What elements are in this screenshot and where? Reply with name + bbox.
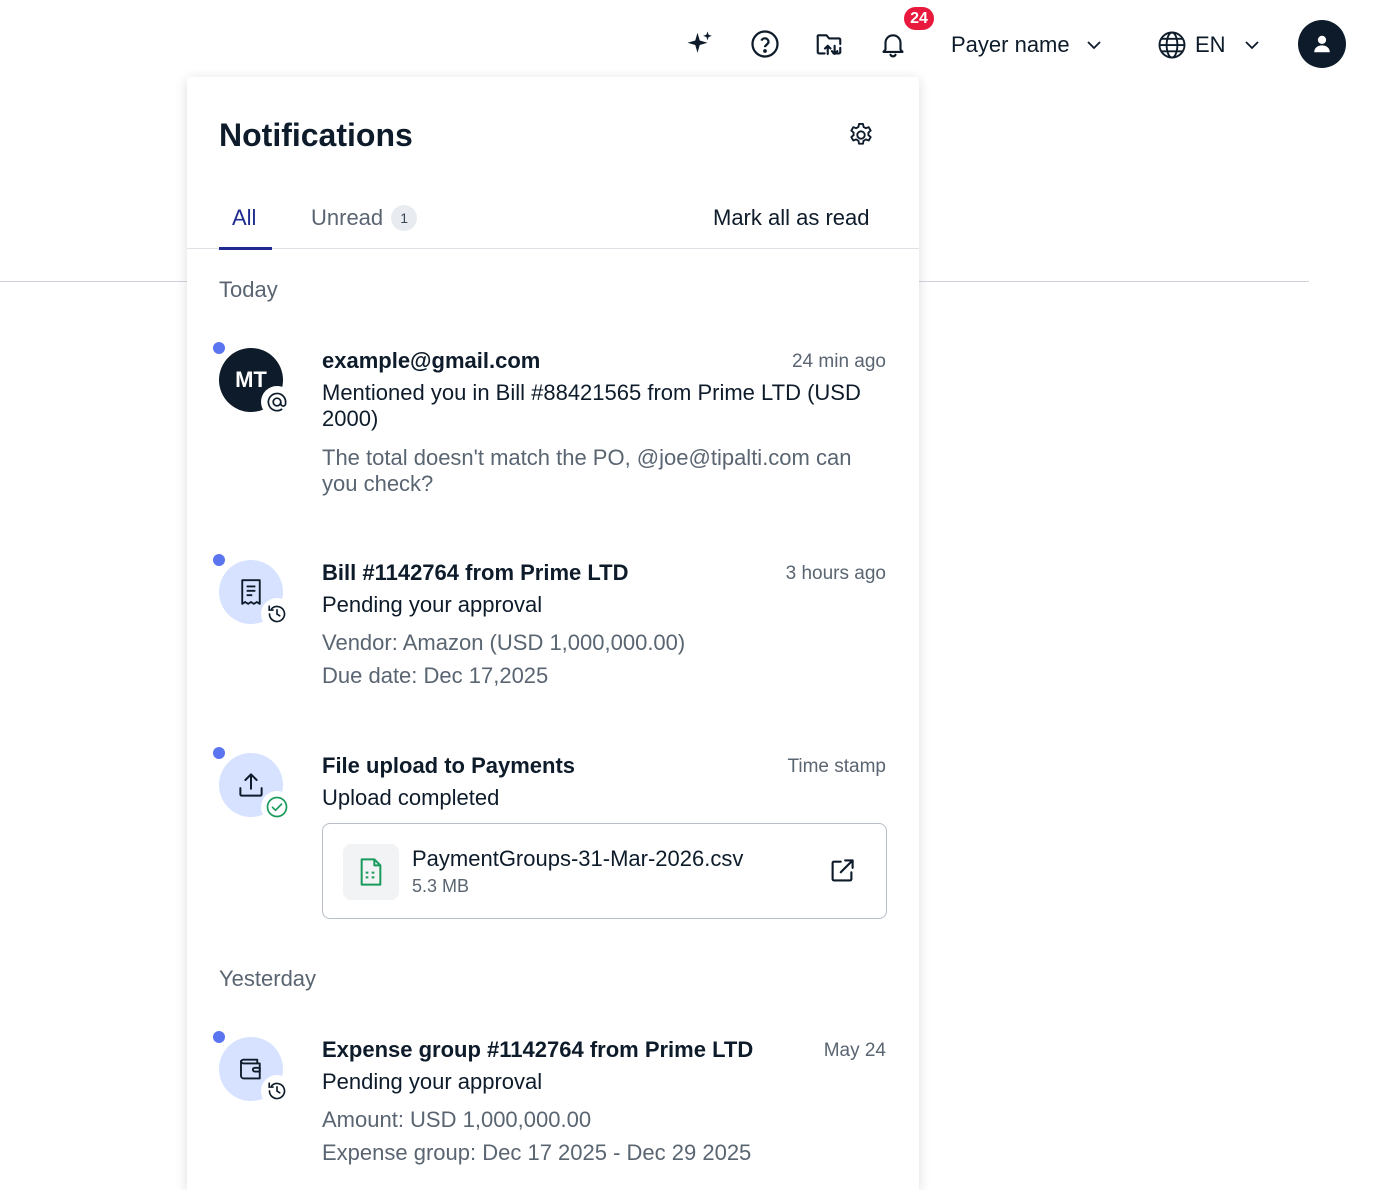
notification-item[interactable]: MT example@gmail.com 24 min ago Mentione… [187, 337, 919, 507]
bell-icon[interactable] [873, 24, 913, 64]
mention-icon [261, 386, 293, 418]
user-avatar-button[interactable] [1298, 20, 1346, 68]
notification-count-badge: 24 [902, 5, 936, 32]
notification-tabs: All Unread 1 Mark all as read [187, 193, 919, 250]
chevron-down-icon [1086, 41, 1101, 50]
notification-message: Mentioned you in Bill #88421565 from Pri… [322, 380, 861, 431]
chevron-down-icon [1244, 41, 1259, 50]
tab-all[interactable]: All [232, 205, 256, 231]
notification-detail: Expense group: Dec 17 2025 - Dec 29 2025 [322, 1140, 752, 1165]
notification-time: 24 min ago [791, 351, 886, 372]
unread-dot [213, 747, 225, 759]
external-link-icon [831, 859, 854, 882]
notification-title: example@gmail.com [322, 348, 541, 373]
open-file-button[interactable] [825, 854, 859, 888]
file-size: 5.3 MB [412, 876, 470, 896]
notification-item[interactable]: Expense group #1142764 from Prime LTD Ma… [187, 1026, 919, 1176]
tab-unread-label: Unread [311, 205, 384, 230]
unread-count-badge: 1 [391, 205, 418, 231]
notification-title: File upload to Payments [322, 753, 576, 778]
language-code: EN [1195, 32, 1226, 57]
notification-time: 3 hours ago [785, 563, 886, 584]
tab-unread[interactable]: Unread 1 [311, 205, 418, 231]
notification-message: Upload completed [322, 785, 500, 810]
language-selector[interactable]: EN [1157, 29, 1262, 61]
unread-dot [213, 1031, 225, 1043]
unread-dot [213, 342, 225, 354]
file-name: PaymentGroups-31-Mar-2026.csv [412, 846, 744, 871]
csv-file-icon [343, 844, 399, 900]
file-attachment-card[interactable]: PaymentGroups-31-Mar-2026.csv 5.3 MB [322, 823, 887, 919]
check-circle-icon [261, 791, 293, 823]
notification-detail: Due date: Dec 17,2025 [322, 663, 549, 688]
user-icon [1314, 35, 1330, 53]
notification-detail: Amount: USD 1,000,000.00 [322, 1107, 592, 1132]
settings-button[interactable] [845, 119, 877, 151]
folder-upload-icon[interactable] [809, 24, 849, 64]
globe-icon [1158, 31, 1186, 59]
panel-title: Notifications [219, 117, 413, 153]
notification-time: May 24 [823, 1040, 886, 1061]
notifications-panel: Notifications All Unread 1 Mark all as r… [187, 77, 919, 1190]
notification-item[interactable]: Bill #1142764 from Prime LTD 3 hours ago… [187, 549, 919, 699]
sparkles-icon[interactable] [680, 24, 720, 64]
notification-title: Bill #1142764 from Prime LTD [322, 560, 629, 585]
notification-message: Pending your approval [322, 592, 543, 617]
help-icon[interactable] [745, 24, 785, 64]
section-yesterday: Yesterday [219, 966, 317, 991]
history-icon [261, 598, 293, 630]
notification-detail: Vendor: Amazon (USD 1,000,000.00) [322, 630, 686, 655]
active-tab-indicator [219, 247, 272, 250]
notification-time: Time stamp [787, 756, 886, 777]
notification-detail: The total doesn't match the PO, @joe@tip… [322, 445, 852, 496]
gear-icon [850, 122, 872, 145]
payer-name: Payer name [951, 32, 1070, 57]
notification-message: Pending your approval [322, 1069, 543, 1094]
notification-item[interactable]: File upload to Payments Time stamp Uploa… [187, 742, 919, 927]
payer-selector[interactable]: Payer name [951, 29, 1104, 61]
history-icon [261, 1075, 293, 1107]
notification-title: Expense group #1142764 from Prime LTD [322, 1037, 754, 1062]
section-today: Today [219, 277, 278, 302]
mark-all-read-button[interactable]: Mark all as read [713, 205, 870, 231]
unread-dot [213, 554, 225, 566]
